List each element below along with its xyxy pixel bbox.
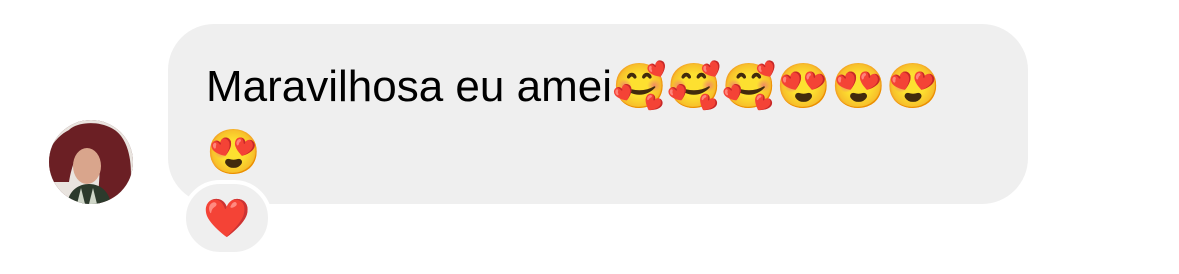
message-text: Maravilhosa eu amei🥰🥰🥰😍😍😍😍 [206, 62, 941, 177]
sender-avatar[interactable] [49, 120, 133, 204]
message-bubble[interactable]: Maravilhosa eu amei🥰🥰🥰😍😍😍😍 [168, 24, 1028, 204]
heart-icon: ❤️ [203, 196, 251, 240]
avatar-photo [49, 120, 133, 204]
reaction-badge[interactable]: ❤️ [182, 180, 272, 256]
